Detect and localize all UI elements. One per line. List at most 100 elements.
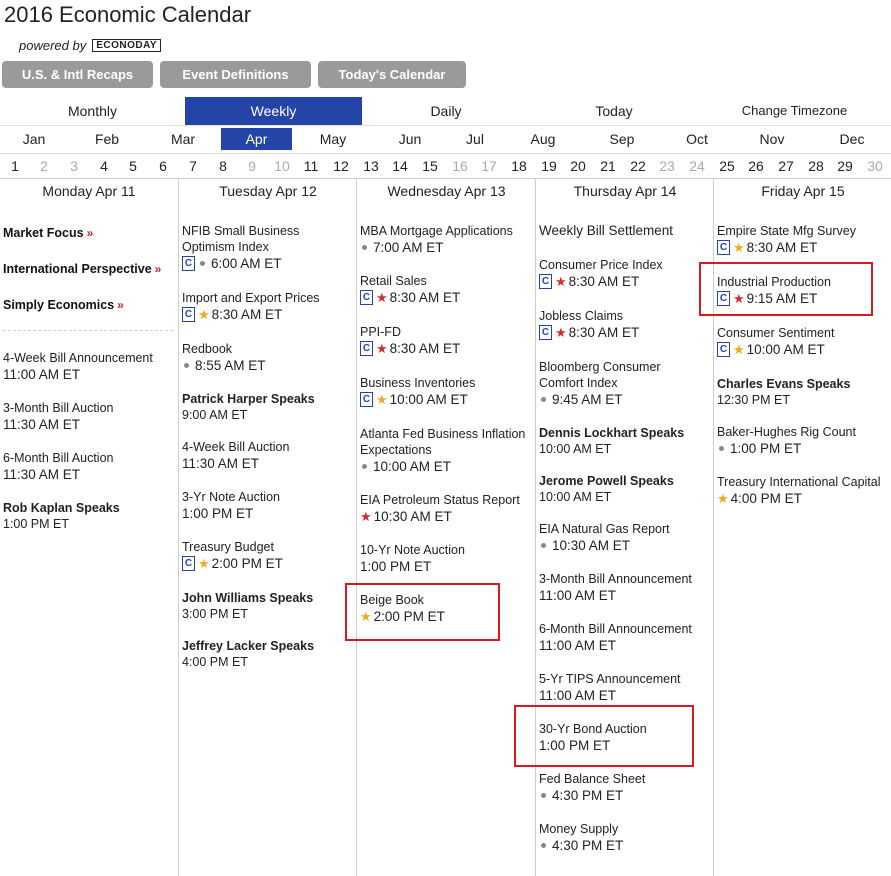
tab-monthly[interactable]: Monthly: [0, 97, 185, 125]
event-item[interactable]: Jerome Powell Speaks 10:00 AM ET: [539, 473, 711, 506]
consensus-icon[interactable]: C: [360, 341, 373, 356]
day-5[interactable]: 5: [121, 154, 145, 178]
todays-calendar-button[interactable]: Today's Calendar: [318, 61, 466, 88]
tab-daily[interactable]: Daily: [362, 97, 530, 125]
month-sep[interactable]: Sep: [592, 128, 652, 150]
event-item[interactable]: Treasury Budget C ★ 2:00 PM ET: [182, 539, 354, 572]
day-23[interactable]: 23: [655, 154, 679, 178]
event-item[interactable]: EIA Petroleum Status Report ★ 10:30 AM ET: [360, 492, 532, 525]
day-4[interactable]: 4: [92, 154, 116, 178]
day-14[interactable]: 14: [388, 154, 412, 178]
month-aug[interactable]: Aug: [513, 128, 573, 150]
consensus-icon[interactable]: C: [182, 556, 195, 571]
event-item[interactable]: Fed Balance Sheet 4:30 PM ET: [539, 771, 711, 804]
event-item[interactable]: John Williams Speaks 3:00 PM ET: [182, 590, 354, 623]
event-item[interactable]: 4-Week Bill Auction 11:30 AM ET: [182, 439, 354, 472]
day-7[interactable]: 7: [181, 154, 205, 178]
day-17[interactable]: 17: [477, 154, 501, 178]
event-item[interactable]: Charles Evans Speaks 12:30 PM ET: [717, 376, 889, 409]
month-jun[interactable]: Jun: [380, 128, 440, 150]
month-may[interactable]: May: [303, 128, 363, 150]
event-item[interactable]: Jeffrey Lacker Speaks 4:00 PM ET: [182, 638, 354, 671]
event-item[interactable]: 4-Week Bill Announcement 11:00 AM ET: [3, 350, 175, 383]
day-13[interactable]: 13: [359, 154, 383, 178]
day-21[interactable]: 21: [596, 154, 620, 178]
month-feb[interactable]: Feb: [77, 128, 137, 150]
event-item[interactable]: 10-Yr Note Auction 1:00 PM ET: [360, 542, 532, 575]
consensus-icon[interactable]: C: [182, 256, 195, 271]
event-item[interactable]: Rob Kaplan Speaks 1:00 PM ET: [3, 500, 175, 533]
event-item[interactable]: Baker-Hughes Rig Count 1:00 PM ET: [717, 424, 889, 457]
month-apr[interactable]: Apr: [221, 128, 292, 150]
event-item[interactable]: 3-Month Bill Announcement 11:00 AM ET: [539, 571, 711, 604]
day-30[interactable]: 30: [863, 154, 887, 178]
event-item[interactable]: Patrick Harper Speaks 9:00 AM ET: [182, 391, 354, 424]
event-item[interactable]: 6-Month Bill Announcement 11:00 AM ET: [539, 621, 711, 654]
day-29[interactable]: 29: [833, 154, 857, 178]
month-mar[interactable]: Mar: [153, 128, 213, 150]
tab-today[interactable]: Today: [530, 97, 698, 125]
event-item[interactable]: MBA Mortgage Applications 7:00 AM ET: [360, 223, 532, 256]
day-3[interactable]: 3: [62, 154, 86, 178]
market-focus-link[interactable]: Market Focus»: [3, 226, 93, 240]
event-definitions-button[interactable]: Event Definitions: [160, 61, 311, 88]
event-item[interactable]: Bloomberg Consumer Comfort Index 9:45 AM …: [539, 359, 711, 408]
event-item[interactable]: Consumer Price Index C ★ 8:30 AM ET: [539, 257, 711, 290]
day-18[interactable]: 18: [507, 154, 531, 178]
day-22[interactable]: 22: [626, 154, 650, 178]
consensus-icon[interactable]: C: [539, 325, 552, 340]
month-oct[interactable]: Oct: [667, 128, 727, 150]
event-item[interactable]: Empire State Mfg Survey C ★ 8:30 AM ET: [717, 223, 889, 256]
event-item[interactable]: 3-Yr Note Auction 1:00 PM ET: [182, 489, 354, 522]
month-jan[interactable]: Jan: [4, 128, 64, 150]
event-item[interactable]: 3-Month Bill Auction 11:30 AM ET: [3, 400, 175, 433]
day-27[interactable]: 27: [774, 154, 798, 178]
us-intl-recaps-button[interactable]: U.S. & Intl Recaps: [2, 61, 153, 88]
international-perspective-link[interactable]: International Perspective»: [3, 262, 161, 276]
month-dec[interactable]: Dec: [822, 128, 882, 150]
day-20[interactable]: 20: [566, 154, 590, 178]
event-item[interactable]: Redbook 8:55 AM ET: [182, 341, 354, 374]
day-24[interactable]: 24: [685, 154, 709, 178]
day-25[interactable]: 25: [715, 154, 739, 178]
day-26[interactable]: 26: [744, 154, 768, 178]
tab-change-timezone[interactable]: Change Timezone: [698, 97, 891, 125]
day-19[interactable]: 19: [537, 154, 561, 178]
event-item[interactable]: Business Inventories C ★ 10:00 AM ET: [360, 375, 532, 408]
consensus-icon[interactable]: C: [360, 290, 373, 305]
day-10[interactable]: 10: [270, 154, 294, 178]
consensus-icon[interactable]: C: [717, 342, 730, 357]
event-item[interactable]: Atlanta Fed Business Inflation Expectati…: [360, 426, 532, 475]
event-item[interactable]: Treasury International Capital ★ 4:00 PM E…: [717, 474, 891, 507]
simply-economics-link[interactable]: Simply Economics»: [3, 298, 124, 312]
event-item[interactable]: EIA Natural Gas Report 10:30 AM ET: [539, 521, 711, 554]
day-8[interactable]: 8: [211, 154, 235, 178]
event-item[interactable]: Retail Sales C ★ 8:30 AM ET: [360, 273, 532, 306]
day-6[interactable]: 6: [151, 154, 175, 178]
day-12[interactable]: 12: [329, 154, 353, 178]
day-1[interactable]: 1: [3, 154, 27, 178]
consensus-icon[interactable]: C: [182, 307, 195, 322]
econoday-logo[interactable]: ECONODAY: [92, 39, 162, 52]
event-item[interactable]: Weekly Bill Settlement: [539, 223, 711, 239]
consensus-icon[interactable]: C: [717, 240, 730, 255]
consensus-icon[interactable]: C: [360, 392, 373, 407]
day-28[interactable]: 28: [804, 154, 828, 178]
tab-weekly[interactable]: Weekly: [185, 97, 362, 125]
day-15[interactable]: 15: [418, 154, 442, 178]
event-item[interactable]: Consumer Sentiment C ★ 10:00 AM ET: [717, 325, 889, 358]
event-item[interactable]: 5-Yr TIPS Announcement 11:00 AM ET: [539, 671, 711, 704]
event-item[interactable]: 6-Month Bill Auction 11:30 AM ET: [3, 450, 175, 483]
event-item[interactable]: Jobless Claims C ★ 8:30 AM ET: [539, 308, 711, 341]
event-item[interactable]: Dennis Lockhart Speaks 10:00 AM ET: [539, 425, 711, 458]
month-jul[interactable]: Jul: [445, 128, 505, 150]
day-11[interactable]: 11: [299, 154, 323, 178]
day-9[interactable]: 9: [240, 154, 264, 178]
consensus-icon[interactable]: C: [539, 274, 552, 289]
event-item[interactable]: Money Supply 4:30 PM ET: [539, 821, 711, 854]
month-nov[interactable]: Nov: [742, 128, 802, 150]
day-16[interactable]: 16: [448, 154, 472, 178]
event-item[interactable]: PPI-FD C ★ 8:30 AM ET: [360, 324, 532, 357]
day-2[interactable]: 2: [32, 154, 56, 178]
event-item[interactable]: Import and Export Prices C ★ 8:30 AM ET: [182, 290, 354, 323]
